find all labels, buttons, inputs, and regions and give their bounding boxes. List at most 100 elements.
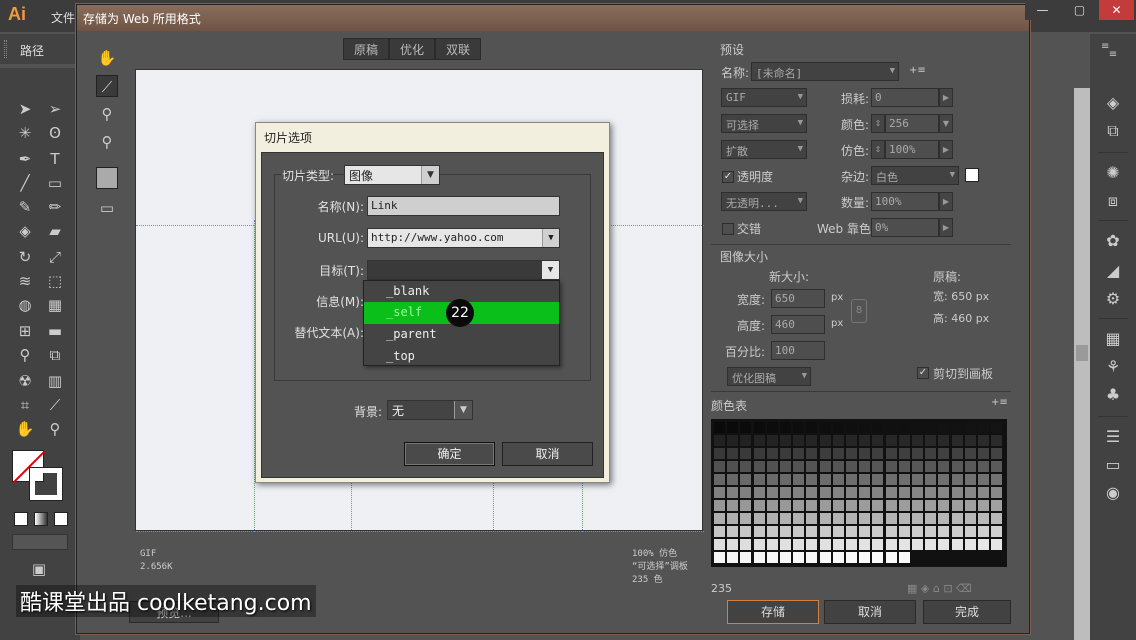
color-guide-icon[interactable]: ◢ [1102, 260, 1124, 282]
color-swatch[interactable] [753, 422, 765, 433]
color-swatch[interactable] [780, 500, 791, 511]
color-swatch[interactable] [819, 435, 831, 446]
color-swatch[interactable] [832, 500, 844, 511]
color-swatch[interactable] [806, 448, 818, 459]
color-swatch[interactable] [753, 474, 765, 485]
color-swatch[interactable] [925, 513, 937, 524]
color-swatch[interactable] [951, 474, 963, 485]
ok-button[interactable]: 确定 [404, 442, 495, 466]
minimize-button[interactable]: — [1025, 0, 1060, 20]
color-swatch[interactable] [859, 526, 871, 537]
color-swatch[interactable] [885, 461, 897, 472]
save-button[interactable]: 存储 [727, 600, 819, 624]
chevron-down-icon[interactable]: ▼ [542, 229, 559, 247]
color-swatch[interactable] [846, 539, 857, 550]
loss-input[interactable]: 0 [871, 88, 939, 107]
color-swatch[interactable] [727, 422, 739, 433]
tab-2up[interactable]: 双联 [435, 38, 481, 60]
color-swatch[interactable] [846, 474, 857, 485]
maximize-button[interactable]: ▢ [1062, 0, 1097, 20]
color-swatch[interactable] [978, 435, 989, 446]
color-swatch[interactable] [951, 513, 963, 524]
color-swatch[interactable] [859, 539, 871, 550]
color-swatch[interactable] [806, 513, 818, 524]
constrain-link-icon[interactable]: 8 [851, 299, 867, 323]
color-swatch[interactable] [766, 474, 778, 485]
color-swatch[interactable] [925, 487, 937, 498]
tab-original[interactable]: 原稿 [343, 38, 389, 60]
color-swatch[interactable] [938, 513, 950, 524]
color-swatch[interactable] [898, 552, 910, 563]
stroke-swatch[interactable] [29, 467, 63, 501]
color-swatch[interactable] [806, 539, 818, 550]
color-swatch[interactable] [766, 500, 778, 511]
symbols-icon[interactable]: ♣ [1102, 384, 1124, 406]
color-swatch[interactable] [885, 422, 897, 433]
perspective-grid-icon[interactable]: ▦ [44, 294, 66, 316]
color-swatch[interactable] [978, 474, 989, 485]
paintbrush-icon[interactable]: ✎ [14, 196, 36, 218]
color-swatch[interactable] [938, 461, 950, 472]
color-swatch[interactable] [898, 422, 910, 433]
color-swatch[interactable] [714, 513, 725, 524]
color-swatch[interactable] [832, 539, 844, 550]
color-swatch[interactable] [793, 552, 805, 563]
color-swatch[interactable] [780, 422, 791, 433]
swatches-icon[interactable]: ⚙ [1102, 288, 1124, 310]
color-swatch[interactable] [846, 552, 857, 563]
color-swatch[interactable] [964, 526, 976, 537]
color-swatch[interactable] [964, 461, 976, 472]
color-swatch[interactable] [978, 526, 989, 537]
color-swatch[interactable] [819, 487, 831, 498]
color-swatch[interactable] [859, 448, 871, 459]
color-swatch[interactable] [978, 539, 989, 550]
slice-select-tool-icon[interactable]: ⟋ [96, 75, 118, 97]
color-swatch[interactable] [859, 487, 871, 498]
color-swatch[interactable] [951, 435, 963, 446]
color-swatch[interactable] [780, 513, 791, 524]
color-swatch[interactable] [714, 487, 725, 498]
rectangle-tool-icon[interactable]: ▭ [44, 172, 66, 194]
panel-menu-icon[interactable]: ≡ [1101, 41, 1109, 52]
color-swatch[interactable] [846, 461, 857, 472]
canvas-scrollbar[interactable] [1074, 88, 1090, 640]
dither-algorithm-dropdown[interactable]: 扩散 ▼ [721, 140, 807, 159]
color-swatch[interactable] [753, 500, 765, 511]
pencil-icon[interactable]: ✏ [44, 196, 66, 218]
color-swatch[interactable] [832, 474, 844, 485]
color-swatch[interactable] [846, 435, 857, 446]
color-swatch[interactable] [846, 422, 857, 433]
color-swatch[interactable] [793, 474, 805, 485]
color-swatch[interactable] [964, 435, 976, 446]
color-swatch[interactable] [885, 500, 897, 511]
percent-input[interactable]: 100 [771, 341, 825, 360]
color-swatch[interactable] [727, 474, 739, 485]
color-swatch[interactable] [727, 513, 739, 524]
dialog-titlebar[interactable]: 存储为 Web 所用格式 [77, 5, 1029, 31]
color-swatch[interactable] [872, 526, 884, 537]
color-swatch[interactable] [780, 448, 791, 459]
color-swatch[interactable] [872, 474, 884, 485]
color-swatch[interactable] [964, 422, 976, 433]
color-swatch[interactable] [912, 448, 923, 459]
loss-slider-arrow[interactable]: ▶ [939, 88, 953, 107]
none-mode-button[interactable] [54, 512, 68, 526]
color-swatch[interactable] [925, 435, 937, 446]
color-swatch[interactable] [714, 461, 725, 472]
transform-icon[interactable]: ⧈ [1102, 190, 1124, 212]
color-swatch[interactable] [714, 448, 725, 459]
color-swatch[interactable] [846, 500, 857, 511]
stroke-icon[interactable]: ☰ [1102, 426, 1124, 448]
color-swatch[interactable] [819, 448, 831, 459]
color-swatch[interactable] [872, 513, 884, 524]
swatch-grid-icon[interactable]: ▦ [1102, 328, 1124, 350]
shape-builder-icon[interactable]: ◍ [14, 294, 36, 316]
color-swatch[interactable] [740, 435, 752, 446]
hand-tool-icon[interactable]: ✋ [14, 418, 36, 440]
target-option-top[interactable]: _top [364, 346, 559, 368]
color-swatch[interactable] [859, 513, 871, 524]
color-swatch[interactable] [753, 552, 765, 563]
column-graph-icon[interactable]: ▥ [44, 370, 66, 392]
color-swatch[interactable] [951, 487, 963, 498]
color-icon[interactable]: ✿ [1102, 230, 1124, 252]
